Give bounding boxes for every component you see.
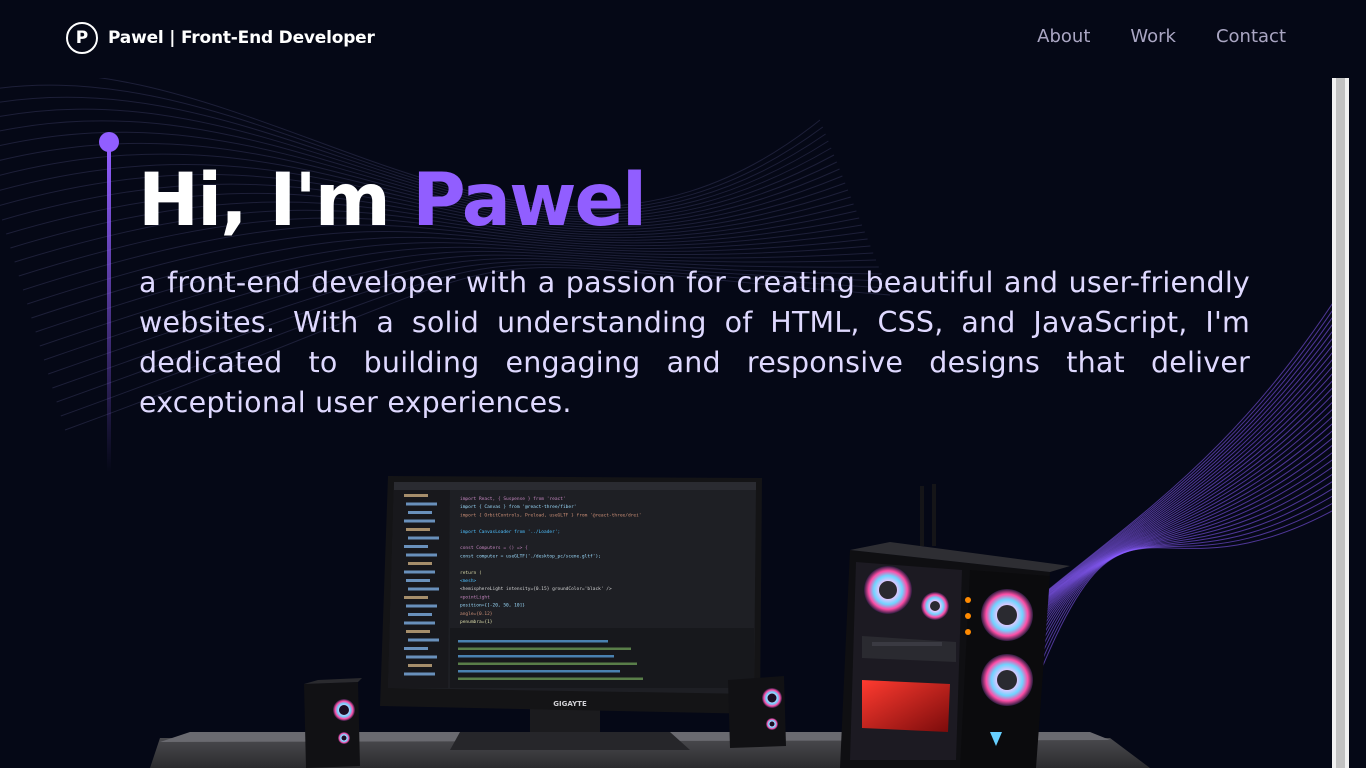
code-line: const computer = useGLTF('./desktop_pc/s… [460,553,601,559]
code-line: position={[-20, 50, 10]} [460,603,525,609]
file-tree-item [406,553,437,557]
monitor-stand-base [450,732,690,750]
code-line: const Computers = () => { [460,545,528,551]
file-tree-item [408,613,432,616]
file-tree-item [408,664,432,667]
scrollbar[interactable]: ▲ [1332,0,1349,768]
file-tree-item [404,672,435,676]
file-tree-item [406,604,437,608]
terminal-line [458,640,608,643]
terminal-line [458,647,631,650]
file-tree-item [404,621,435,625]
brand-link[interactable]: P Pawel | Front-End Developer [66,22,375,54]
file-tree-item [406,528,430,531]
antenna [932,484,936,546]
timeline-line [107,150,111,472]
file-tree-item [404,494,428,497]
file-tree-item [408,587,439,591]
left-speaker [304,678,362,768]
code-line: angle={0.12} [460,611,493,617]
desktop-pc-3d-canvas[interactable]: import React, { Suspense } from 'react' i… [150,470,1230,768]
file-tree-item [408,638,439,642]
hero-name: Pawel [412,158,647,243]
navbar: P Pawel | Front-End Developer About Work… [0,0,1349,78]
terminal-line [458,670,620,673]
file-tree-item [406,579,430,582]
code-line: return ( [460,570,482,576]
hero-subtitle: a front-end developer with a passion for… [139,266,1250,419]
terminal-line [458,662,637,665]
nav-link-work[interactable]: Work [1130,26,1176,47]
file-tree-item [404,519,435,523]
code-line: import { Canvas } from '@react-three/fib… [460,504,577,510]
scroll-thumb[interactable] [1336,78,1345,768]
hero-title: Hi, I'm Pawel [138,158,647,243]
code-line: <pointLight [460,594,490,600]
monitor-brand: GIGAYTE [553,700,587,708]
terminal-line [458,655,614,658]
file-tree-item [406,630,430,633]
terminal-line [458,677,643,680]
file-tree-item [404,596,428,599]
code-line: import React, { Suspense } from 'react' [460,496,566,502]
file-tree-item [404,647,428,650]
file-tree-item [406,655,437,659]
file-tree-item [406,502,437,506]
nav-links: About Work Contact [1037,26,1286,47]
right-speaker [728,676,786,748]
code-line: import { OrbitControls, Preload, useGLTF… [460,512,642,518]
timeline-dot [99,132,119,152]
brand-title: Pawel | Front-End Developer [108,28,375,48]
file-tree-item [408,536,439,540]
hero-greeting: Hi, I'm [138,158,391,243]
file-tree-item [404,570,435,574]
hero-timeline-decoration [99,132,119,472]
logo-letter: P [75,28,89,48]
page: P Pawel | Front-End Developer About Work… [0,0,1349,768]
file-tree-item [408,511,432,514]
pc-case [840,542,1070,768]
file-tree-item [404,545,428,548]
antenna [920,486,924,546]
nav-link-contact[interactable]: Contact [1216,26,1286,47]
code-line: <mesh> [460,578,477,584]
file-tree-item [408,562,432,565]
logo-icon: P [66,22,98,54]
code-line: import CanvasLoader from '../Loader'; [460,529,560,535]
code-line: <hemisphereLight intensity={0.15} ground… [460,586,612,592]
nav-link-about[interactable]: About [1037,26,1090,47]
code-line: penumbra={1} [460,619,493,625]
monitor: import React, { Suspense } from 'react' i… [380,476,762,714]
